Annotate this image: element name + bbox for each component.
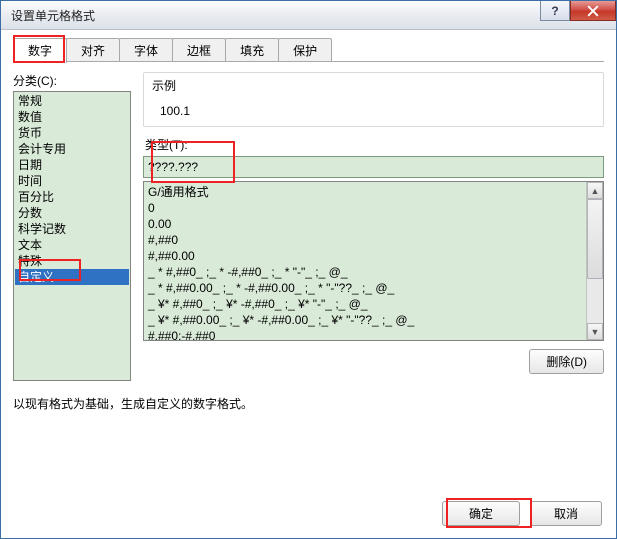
category-item[interactable]: 会计专用 [15, 141, 129, 157]
ok-button[interactable]: 确定 [442, 501, 520, 526]
type-item[interactable]: #,##0.00 [148, 248, 599, 264]
type-item[interactable]: _ ¥* #,##0.00_ ;_ ¥* -#,##0.00_ ;_ ¥* "-… [148, 312, 599, 328]
titlebar: 设置单元格格式 ? [1, 1, 616, 30]
type-item[interactable]: 0 [148, 200, 599, 216]
window-title: 设置单元格格式 [11, 7, 95, 24]
category-item[interactable]: 分数 [15, 205, 129, 221]
tab-alignment[interactable]: 对齐 [66, 38, 120, 61]
scroll-thumb[interactable] [587, 199, 603, 279]
type-item[interactable]: #,##0 [148, 232, 599, 248]
category-item[interactable]: 货币 [15, 125, 129, 141]
scrollbar[interactable]: ▲ ▼ [586, 182, 603, 340]
sample-label: 示例 [152, 77, 595, 94]
tab-bar: 数字 对齐 字体 边框 填充 保护 [13, 38, 604, 62]
type-list[interactable]: G/通用格式 0 0.00 #,##0 #,##0.00 _ * #,##0_ … [143, 181, 604, 341]
type-item[interactable]: _ * #,##0.00_ ;_ * -#,##0.00_ ;_ * "-"??… [148, 280, 599, 296]
tab-fill[interactable]: 填充 [225, 38, 279, 61]
category-item[interactable]: 特殊 [15, 253, 129, 269]
category-list[interactable]: 常规 数值 货币 会计专用 日期 时间 百分比 分数 科学记数 文本 特殊 自定… [13, 91, 131, 381]
delete-button[interactable]: 删除(D) [529, 349, 604, 374]
dialog-window: 设置单元格格式 ? 数字 对齐 字体 边框 填充 保护 分类(C): 常规 数值… [0, 0, 617, 539]
help-button[interactable]: ? [540, 1, 570, 21]
type-item[interactable]: G/通用格式 [148, 184, 599, 200]
category-item[interactable]: 数值 [15, 109, 129, 125]
type-item[interactable]: _ * #,##0_ ;_ * -#,##0_ ;_ * "-"_ ;_ @_ [148, 264, 599, 280]
hint-text: 以现有格式为基础，生成自定义的数字格式。 [13, 395, 604, 412]
scroll-up-icon[interactable]: ▲ [587, 182, 603, 199]
category-label: 分类(C): [13, 72, 131, 89]
tab-number[interactable]: 数字 [13, 38, 67, 63]
sample-value: 100.1 [152, 100, 595, 118]
tab-border[interactable]: 边框 [172, 38, 226, 61]
tab-font[interactable]: 字体 [119, 38, 173, 61]
type-item[interactable]: 0.00 [148, 216, 599, 232]
tab-protection[interactable]: 保护 [278, 38, 332, 61]
type-input[interactable] [143, 156, 604, 178]
category-item-custom[interactable]: 自定义 [15, 269, 129, 285]
type-item[interactable]: #,##0;-#,##0 [148, 328, 599, 340]
close-button[interactable] [570, 1, 616, 21]
type-item[interactable]: _ ¥* #,##0_ ;_ ¥* -#,##0_ ;_ ¥* "-"_ ;_ … [148, 296, 599, 312]
category-item[interactable]: 文本 [15, 237, 129, 253]
category-item[interactable]: 日期 [15, 157, 129, 173]
category-item[interactable]: 百分比 [15, 189, 129, 205]
category-item[interactable]: 常规 [15, 93, 129, 109]
cancel-button[interactable]: 取消 [530, 501, 602, 526]
sample-box: 示例 100.1 [143, 72, 604, 127]
scroll-down-icon[interactable]: ▼ [587, 323, 603, 340]
category-item[interactable]: 科学记数 [15, 221, 129, 237]
category-item[interactable]: 时间 [15, 173, 129, 189]
type-label: 类型(T): [145, 138, 188, 152]
